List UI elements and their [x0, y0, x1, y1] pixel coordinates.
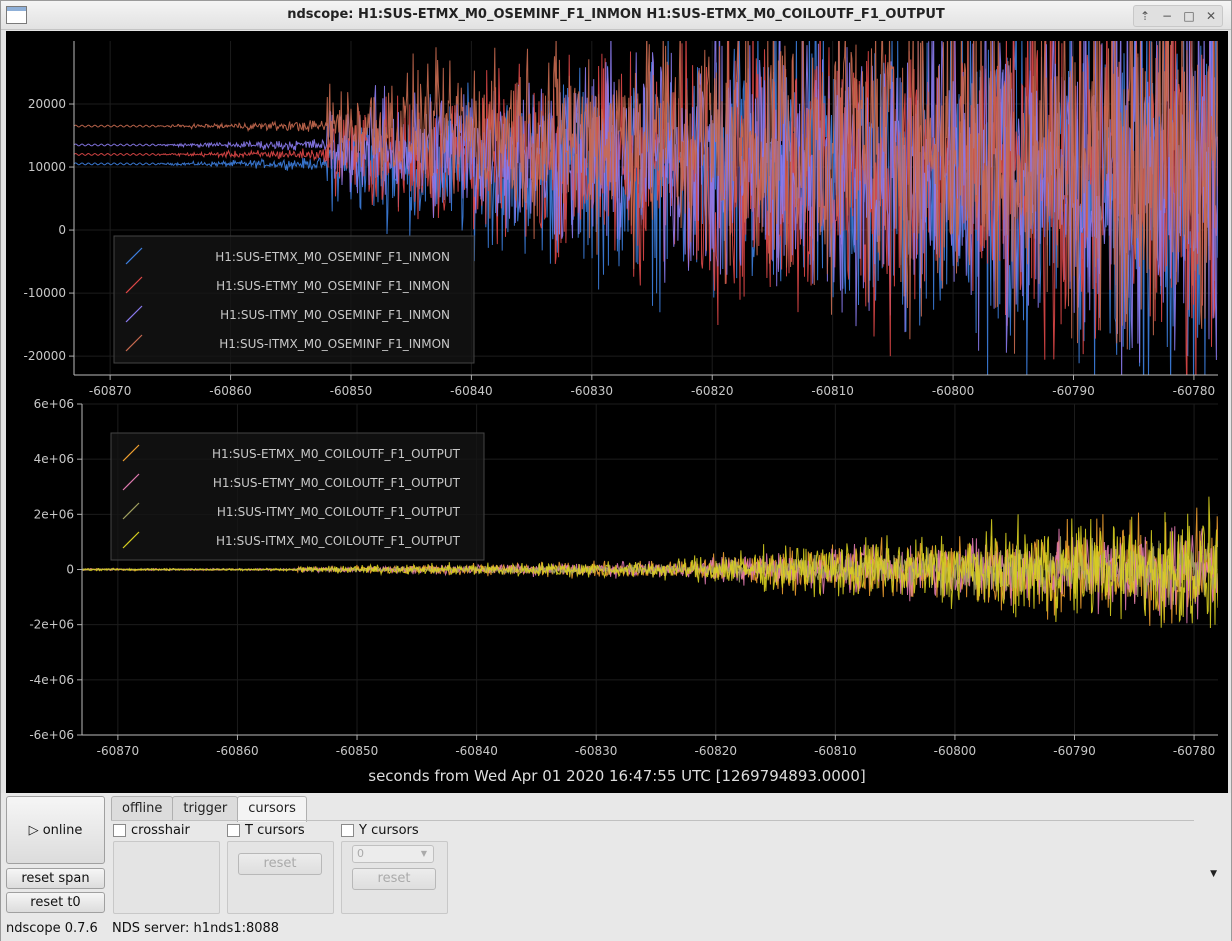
- y-tick-label: -10000: [23, 286, 66, 300]
- crosshair-checkbox-box[interactable]: [113, 824, 126, 837]
- legend-label: H1:SUS-ITMY_M0_OSEMINF_F1_INMON: [220, 308, 450, 322]
- panel-menu-arrow-icon[interactable]: ▼: [1210, 869, 1217, 879]
- reset-t0-button[interactable]: reset t0: [6, 892, 105, 913]
- x-tick-label: -60820: [695, 744, 738, 758]
- reset-span-button[interactable]: reset span: [6, 868, 105, 889]
- legend-label: H1:SUS-ETMY_M0_COILOUTF_F1_OUTPUT: [213, 476, 461, 490]
- x-tick-label: -60780: [1173, 384, 1216, 398]
- x-tick-label: -60810: [811, 384, 854, 398]
- x-tick-label: -60800: [934, 744, 977, 758]
- t-cursors-label: T cursors: [245, 823, 305, 838]
- x-tick-label: -60780: [1173, 744, 1216, 758]
- t-cursors-checkbox-box[interactable]: [227, 824, 240, 837]
- shade-icon[interactable]: ⇡: [1134, 6, 1156, 26]
- y-tick-label: -20000: [23, 349, 66, 363]
- x-tick-label: -60850: [330, 384, 373, 398]
- minimize-icon[interactable]: −: [1156, 6, 1178, 26]
- y-tick-label: 2e+06: [34, 507, 74, 521]
- y-cursors-label: Y cursors: [359, 823, 419, 838]
- y-tick-label: 10000: [28, 160, 66, 174]
- legend-label: H1:SUS-ITMX_M0_OSEMINF_F1_INMON: [219, 337, 450, 351]
- y-cursor-select-value: 0: [357, 847, 364, 860]
- x-tick-label: -60800: [932, 384, 975, 398]
- tab-bar: offline trigger cursors: [111, 796, 307, 822]
- y-cursors-reset-button[interactable]: reset: [352, 868, 436, 890]
- x-tick-label: -60810: [814, 744, 857, 758]
- crosshair-group: [113, 841, 220, 914]
- y-cursor-select[interactable]: 0 ▼: [352, 845, 434, 863]
- x-tick-label: -60840: [450, 384, 493, 398]
- y-cursors-checkbox[interactable]: Y cursors: [341, 823, 419, 838]
- online-button[interactable]: ▷ online: [6, 796, 105, 864]
- x-axis-label: seconds from Wed Apr 01 2020 16:47:55 UT…: [368, 767, 865, 785]
- plot-area[interactable]: -60870 -60860 -60850 -60840 -60830 -60820 -608…: [6, 31, 1228, 793]
- x-tick-label: -60860: [216, 744, 259, 758]
- close-icon[interactable]: ✕: [1200, 6, 1222, 26]
- x-tick-label: -60790: [1052, 384, 1095, 398]
- bottom-plot: -60870 -60860 -60850 -60840 -60830 -60820 -608…: [29, 397, 1218, 758]
- x-tick-label: -60840: [455, 744, 498, 758]
- tab-trigger[interactable]: trigger: [172, 796, 239, 821]
- legend-label: H1:SUS-ITMX_M0_COILOUTF_F1_OUTPUT: [216, 534, 461, 548]
- x-tick-label: -60860: [209, 384, 252, 398]
- t-cursors-group: reset: [227, 841, 334, 914]
- y-tick-label: -2e+06: [29, 618, 74, 632]
- t-cursors-reset-button[interactable]: reset: [238, 853, 322, 875]
- y-tick-label: 0: [58, 223, 66, 237]
- tab-cursors[interactable]: cursors: [237, 796, 307, 822]
- x-tick-label: -60820: [691, 384, 734, 398]
- tab-offline[interactable]: offline: [111, 796, 174, 821]
- server-label: NDS server: h1nds1:8088: [112, 921, 280, 936]
- y-cursors-checkbox-box[interactable]: [341, 824, 354, 837]
- window-title: ndscope: H1:SUS-ETMX_M0_OSEMINF_F1_INMON…: [287, 7, 945, 22]
- x-tick-label: -60790: [1053, 744, 1096, 758]
- version-label: ndscope 0.7.6: [6, 921, 98, 936]
- legend-label: H1:SUS-ETMX_M0_COILOUTF_F1_OUTPUT: [212, 447, 461, 461]
- y-tick-label: 4e+06: [34, 452, 74, 466]
- legend-label: H1:SUS-ETMX_M0_OSEMINF_F1_INMON: [215, 250, 450, 264]
- y-tick-label: -4e+06: [29, 673, 74, 687]
- plots-svg[interactable]: -60870 -60860 -60850 -60840 -60830 -60820 -608…: [6, 31, 1228, 793]
- control-panel: ▷ online reset span reset t0 offline tri…: [1, 793, 1231, 941]
- t-cursors-checkbox[interactable]: T cursors: [227, 823, 305, 838]
- legend-label: H1:SUS-ITMY_M0_COILOUTF_F1_OUTPUT: [217, 505, 461, 519]
- titlebar: ndscope: H1:SUS-ETMX_M0_OSEMINF_F1_INMON…: [1, 1, 1231, 30]
- y-tick-label: 6e+06: [34, 397, 74, 411]
- x-tick-label: -60870: [97, 744, 140, 758]
- crosshair-label: crosshair: [131, 823, 190, 838]
- maximize-icon[interactable]: □: [1178, 6, 1200, 26]
- chevron-down-icon: ▼: [420, 849, 427, 858]
- y-cursors-group: 0 ▼ reset: [341, 841, 448, 914]
- x-tick-label: -60830: [571, 384, 614, 398]
- x-tick-label: -60850: [336, 744, 379, 758]
- y-tick-label: -6e+06: [29, 728, 74, 742]
- y-tick-label: 20000: [28, 97, 66, 111]
- legend-label: H1:SUS-ETMY_M0_OSEMINF_F1_INMON: [216, 279, 450, 293]
- top-plot: -60870 -60860 -60850 -60840 -60830 -60820 -608…: [23, 41, 1218, 398]
- x-tick-label: -60870: [89, 384, 132, 398]
- tab-divider: [111, 820, 1194, 821]
- x-tick-label: -60830: [575, 744, 618, 758]
- crosshair-checkbox[interactable]: crosshair: [113, 823, 190, 838]
- y-tick-label: 0: [66, 563, 74, 577]
- ndscope-window: ndscope: H1:SUS-ETMX_M0_OSEMINF_F1_INMON…: [0, 0, 1232, 941]
